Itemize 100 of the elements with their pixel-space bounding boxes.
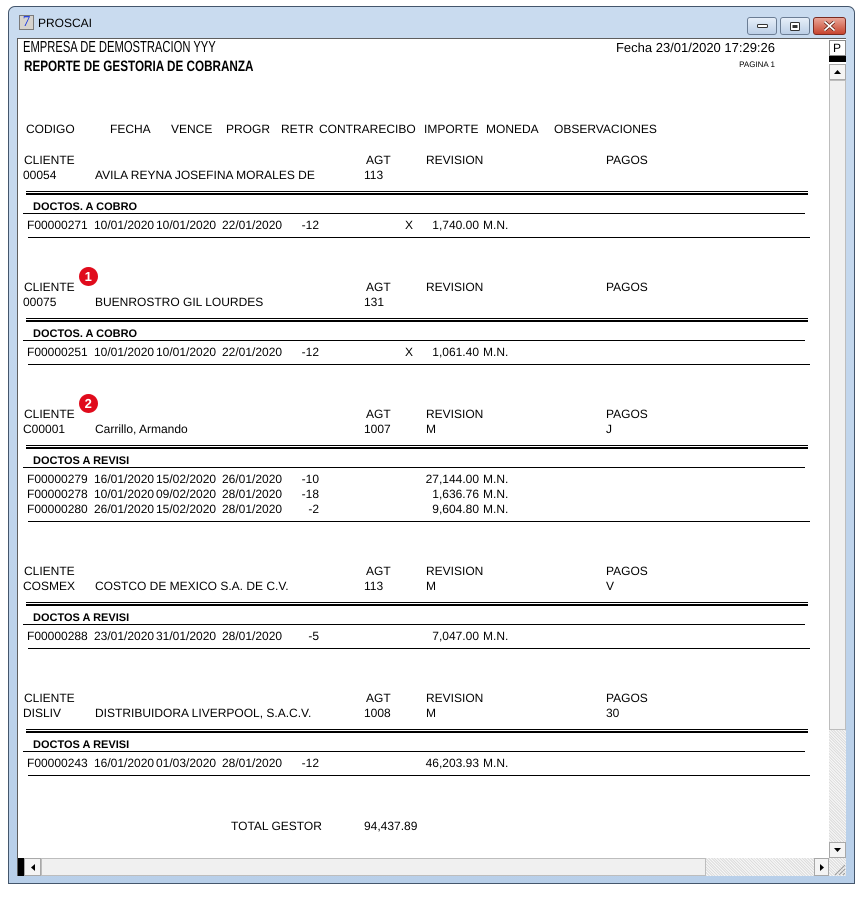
column-header: IMPORTE bbox=[424, 122, 478, 136]
date-value: 28/01/2020 bbox=[222, 756, 282, 770]
currency-code: M.N. bbox=[483, 487, 508, 502]
total-value: 94,437.89 bbox=[364, 819, 418, 834]
date-value: 28/01/2020 bbox=[222, 487, 282, 501]
date-value: 22/01/2020 bbox=[222, 218, 282, 232]
date-value: 16/01/2020 bbox=[94, 472, 154, 486]
client-name: COSTCO DE MEXICO S.A. DE C.V. bbox=[95, 579, 289, 593]
date-value: 31/01/2020 bbox=[156, 629, 216, 643]
field-label: REVISION bbox=[426, 691, 484, 705]
field-label: REVISION bbox=[426, 407, 484, 421]
number-badge: 1 bbox=[78, 267, 98, 286]
field-label: CLIENTE bbox=[24, 407, 75, 421]
close-icon bbox=[824, 21, 835, 31]
minimize-button[interactable] bbox=[747, 17, 777, 35]
client-name: Carrillo, Armando bbox=[95, 422, 188, 436]
date-value: 26/01/2020 bbox=[222, 472, 282, 486]
left-arrow-icon bbox=[30, 864, 34, 870]
agent-number: 1008 bbox=[364, 706, 391, 720]
document-number: F00000243 bbox=[27, 756, 88, 770]
date-value: 01/03/2020 bbox=[156, 756, 216, 770]
scroll-left-button[interactable] bbox=[24, 858, 41, 876]
minimize-icon bbox=[756, 24, 768, 28]
document-number: F00000280 bbox=[27, 502, 88, 516]
date-value: 10/01/2020 bbox=[94, 345, 154, 359]
field-label: REVISION bbox=[426, 153, 484, 167]
amount-value: 7,047.00 bbox=[432, 629, 479, 644]
client-name: DISTRIBUIDORA LIVERPOOL, S.A.C.V. bbox=[95, 706, 312, 720]
amount-value: 1,740.00 bbox=[432, 218, 479, 233]
document-number: F00000278 bbox=[27, 487, 88, 501]
amount-value: 1,061.40 bbox=[432, 345, 479, 360]
days-value: -18 bbox=[302, 487, 319, 502]
field-label: PAGOS bbox=[606, 691, 648, 706]
section-heading: DOCTOS A REVISI bbox=[33, 612, 130, 624]
column-header: MONEDA bbox=[486, 122, 539, 136]
client-code: DISLIV bbox=[23, 706, 62, 720]
field-label: PAGOS bbox=[606, 564, 648, 579]
field-label: CLIENTE bbox=[24, 280, 75, 294]
revision-value: M bbox=[426, 579, 436, 593]
currency-code: M.N. bbox=[483, 472, 508, 487]
days-value: -5 bbox=[308, 629, 319, 644]
field-label: PAGOS bbox=[606, 280, 648, 295]
revision-value: M bbox=[426, 706, 436, 720]
date-value: 26/01/2020 bbox=[94, 502, 154, 516]
column-header: OBSERVACIONES bbox=[554, 122, 657, 136]
document-number: F00000251 bbox=[27, 345, 88, 359]
column-header: CONTRARECIBO bbox=[319, 122, 416, 136]
field-label: CLIENTE bbox=[24, 691, 75, 705]
date-value: 15/02/2020 bbox=[156, 502, 216, 516]
field-label: AGT bbox=[366, 280, 391, 294]
scroll-right-button[interactable] bbox=[814, 858, 829, 876]
days-value: -12 bbox=[302, 756, 319, 771]
field-label: PAGOS bbox=[606, 407, 648, 422]
document-number: F00000288 bbox=[27, 629, 88, 643]
scroll-up-button[interactable] bbox=[829, 64, 846, 80]
section-heading: DOCTOS A REVISI bbox=[33, 455, 130, 467]
date-value: 10/01/2020 bbox=[156, 345, 216, 359]
agent-number: 1007 bbox=[364, 422, 391, 436]
client-code: 00054 bbox=[23, 168, 56, 182]
document-number: F00000271 bbox=[27, 218, 88, 232]
scroll-marker bbox=[18, 858, 24, 876]
date-value: 28/01/2020 bbox=[222, 502, 282, 516]
client-code: 00075 bbox=[23, 295, 56, 309]
page-number: PAGINA 1 bbox=[739, 60, 775, 70]
payment-value: V bbox=[606, 579, 614, 594]
number-badge: 2 bbox=[78, 394, 98, 413]
scroll-down-button[interactable] bbox=[829, 842, 846, 858]
field-label: AGT bbox=[366, 564, 391, 578]
amount-value: 9,604.80 bbox=[432, 502, 479, 517]
client-name: AVILA REYNA JOSEFINA MORALES DE bbox=[95, 168, 315, 182]
agent-number: 131 bbox=[364, 295, 384, 309]
right-arrow-icon bbox=[820, 864, 824, 870]
scroll-thumb[interactable] bbox=[41, 858, 706, 876]
currency-code: M.N. bbox=[483, 345, 508, 360]
maximize-button[interactable] bbox=[780, 17, 810, 35]
report-date: Fecha 23/01/2020 17:29:26 bbox=[616, 40, 775, 56]
days-value: -10 bbox=[302, 472, 319, 487]
scroll-thumb[interactable] bbox=[829, 80, 846, 730]
maximize-icon bbox=[790, 22, 800, 30]
agent-number: 113 bbox=[364, 168, 384, 182]
field-label: AGT bbox=[366, 691, 391, 705]
document-number: F00000279 bbox=[27, 472, 88, 486]
column-header: RETR bbox=[281, 122, 314, 136]
app-icon: 7 bbox=[19, 15, 34, 30]
column-header: FECHA bbox=[110, 122, 151, 136]
window-title: PROSCAI bbox=[38, 14, 92, 32]
amount-value: 1,636.76 bbox=[432, 487, 479, 502]
section-heading: DOCTOS. A COBRO bbox=[33, 328, 138, 340]
field-label: REVISION bbox=[426, 564, 484, 578]
date-value: 16/01/2020 bbox=[94, 756, 154, 770]
report-title: REPORTE DE GESTORIA DE COBRANZA bbox=[24, 59, 254, 75]
close-button[interactable] bbox=[813, 17, 846, 35]
client-code: C00001 bbox=[23, 422, 66, 436]
currency-code: M.N. bbox=[483, 502, 508, 517]
column-header: CODIGO bbox=[26, 122, 75, 136]
client-code: COSMEX bbox=[23, 579, 76, 593]
date-value: 22/01/2020 bbox=[222, 345, 282, 359]
size-grip-icon[interactable] bbox=[834, 864, 846, 876]
field-label: PAGOS bbox=[606, 153, 648, 168]
payment-value: 30 bbox=[606, 706, 620, 721]
